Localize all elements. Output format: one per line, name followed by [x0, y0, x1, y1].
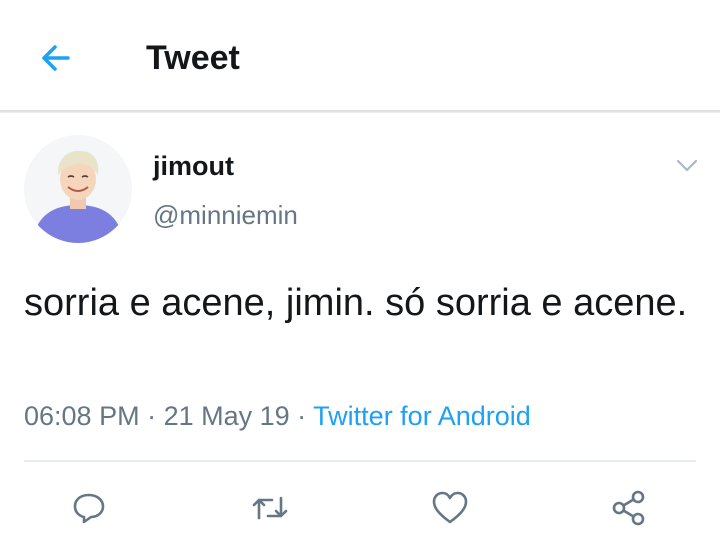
- author-display-name[interactable]: jimout: [153, 150, 234, 182]
- tweet-actions-bar: [0, 480, 720, 536]
- tweet-meta: 06:08 PM · 21 May 19 · Twitter for Andro…: [24, 398, 531, 434]
- tweet-text: sorria e acene, jimin. só sorria e acene…: [24, 282, 688, 324]
- reply-button[interactable]: [69, 488, 109, 528]
- author-handle[interactable]: @minniemin: [153, 199, 298, 231]
- reply-icon: [73, 493, 105, 524]
- back-button[interactable]: [36, 38, 76, 78]
- top-app-bar: Tweet: [0, 0, 720, 110]
- heart-icon: [432, 491, 468, 524]
- tweet-time: 06:08 PM: [24, 401, 140, 431]
- retweet-icon: [252, 496, 288, 520]
- share-button[interactable]: [609, 488, 649, 528]
- tweet-source-link[interactable]: Twitter for Android: [313, 401, 531, 431]
- back-arrow-icon: [42, 45, 70, 71]
- like-button[interactable]: [430, 488, 470, 528]
- share-icon: [612, 490, 645, 526]
- avatar[interactable]: [24, 135, 132, 243]
- meta-divider: [24, 460, 696, 462]
- page-title: Tweet: [146, 39, 240, 77]
- tweet-date: 21 May 19: [163, 401, 290, 431]
- avatar-photo: [24, 135, 132, 243]
- header-divider: [0, 110, 720, 113]
- meta-separator: ·: [139, 401, 164, 431]
- meta-separator: ·: [289, 401, 314, 431]
- retweet-button[interactable]: [250, 488, 290, 528]
- chevron-down-icon: [676, 159, 698, 172]
- tweet-options-button[interactable]: [674, 153, 700, 179]
